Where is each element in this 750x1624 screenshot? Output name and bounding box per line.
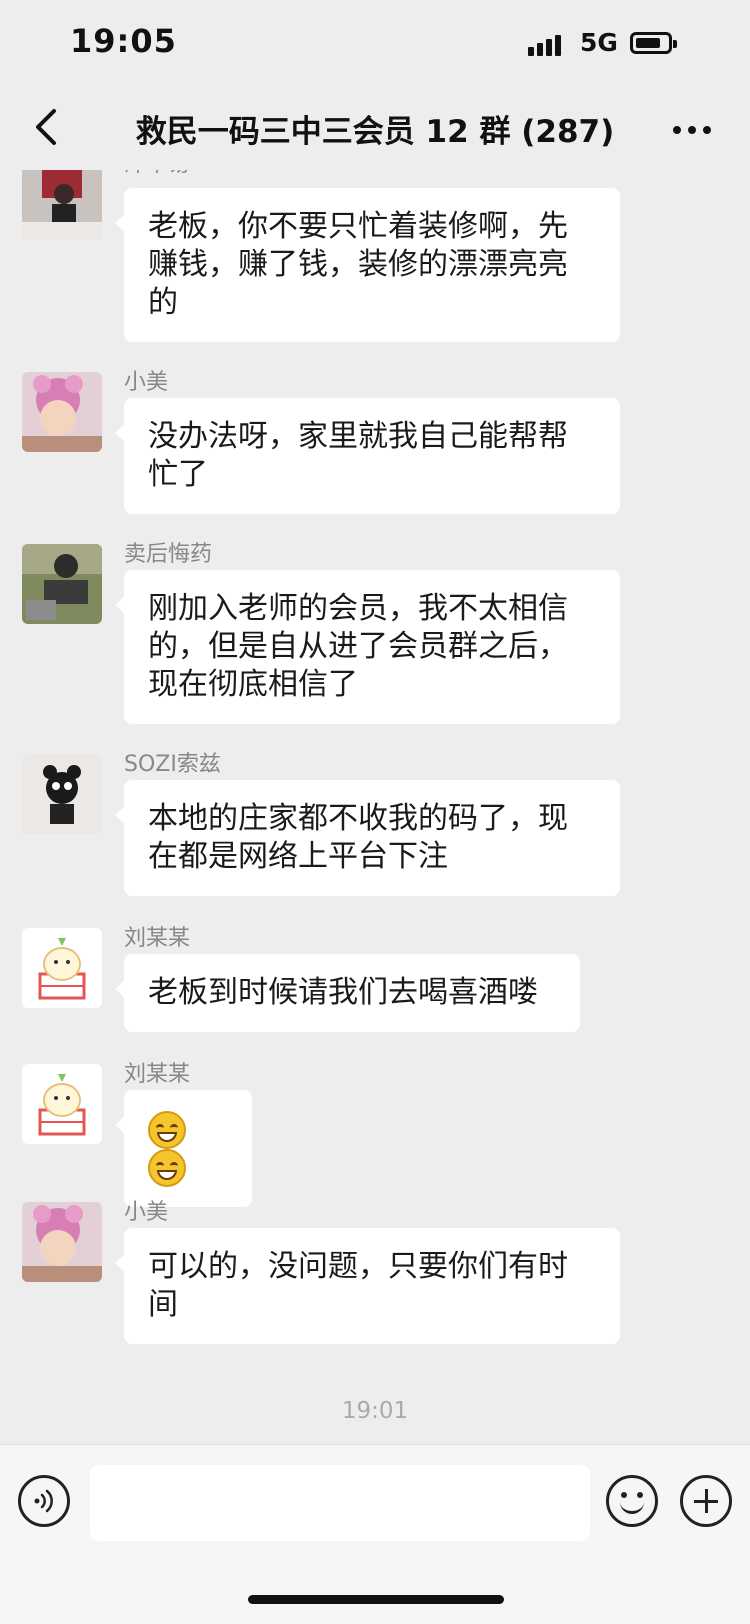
avatar[interactable] (22, 372, 102, 452)
voice-icon (34, 1489, 53, 1513)
message-bubble[interactable]: 刚加入老师的会员，我不太相信的，但是自从进了会员群之后，现在彻底相信了 (115, 570, 620, 724)
emoji-button[interactable] (606, 1475, 658, 1527)
signal-icon (528, 32, 568, 56)
sender-name: 洋不易 (124, 170, 190, 178)
avatar[interactable] (22, 1202, 102, 1282)
plus-button[interactable] (680, 1475, 732, 1527)
sender-name: 刘某某 (124, 1062, 191, 1087)
sender-name: 小美 (124, 1200, 169, 1225)
input-bar (0, 1444, 750, 1624)
message-bubble[interactable]: 本地的庄家都不收我的码了，现在都是网络上平台下注 (115, 780, 620, 896)
avatar[interactable] (22, 1064, 102, 1144)
avatar-image (22, 544, 102, 624)
timestamp: 19:01 (341, 1398, 409, 1424)
avatar[interactable] (22, 754, 102, 834)
message-bubble[interactable]: 没办法呀，家里就我自己能帮帮忙了 (115, 398, 620, 514)
avatar[interactable] (22, 544, 102, 624)
chevron-left-icon (36, 109, 56, 145)
message-bubble[interactable]: 可以的，没问题，只要你们有时间 (115, 1228, 620, 1344)
more-button[interactable] (662, 110, 722, 150)
sender-name: 卖后悔药 (124, 542, 213, 567)
avatar[interactable] (22, 170, 102, 240)
avatar-image (22, 170, 102, 240)
status-bar: 19:05 5G (0, 0, 750, 88)
battery-icon (630, 32, 677, 54)
message-list[interactable]: 洋不易 老板，你不要只忙着装修啊，先赚钱，赚了钱，装修的漂漂亮亮的 小美 没办法… (0, 170, 750, 1444)
chat-title: 救民一码三中三会员 12 群 (287) (135, 114, 615, 150)
network-type: 5G (580, 28, 618, 57)
avatar-image (22, 754, 102, 834)
grin-emoji-icon (148, 1149, 186, 1187)
emoji-icon (621, 1492, 627, 1498)
sender-name: SOZI索兹 (124, 752, 221, 777)
avatar[interactable] (22, 928, 102, 1008)
message-bubble[interactable]: 老板到时候请我们去喝喜酒喽 (115, 954, 580, 1032)
avatar-image (22, 1202, 102, 1282)
grin-emoji-icon (148, 1110, 186, 1149)
sender-name: 刘某某 (124, 926, 191, 951)
back-button[interactable] (26, 102, 66, 152)
avatar-image (22, 372, 102, 452)
status-time: 19:05 (70, 22, 177, 60)
avatar-image (22, 928, 102, 1008)
avatar-image (22, 1064, 102, 1144)
battery-level (636, 38, 660, 48)
voice-button[interactable] (18, 1475, 70, 1527)
nav-bar: 救民一码三中三会员 12 群 (287) (0, 88, 750, 170)
more-icon (673, 126, 711, 134)
message-input[interactable] (90, 1465, 590, 1541)
message-bubble[interactable] (115, 1090, 252, 1207)
sender-name: 小美 (124, 370, 169, 395)
home-indicator[interactable] (248, 1595, 504, 1604)
message-bubble[interactable]: 老板，你不要只忙着装修啊，先赚钱，赚了钱，装修的漂漂亮亮的 (115, 188, 620, 342)
